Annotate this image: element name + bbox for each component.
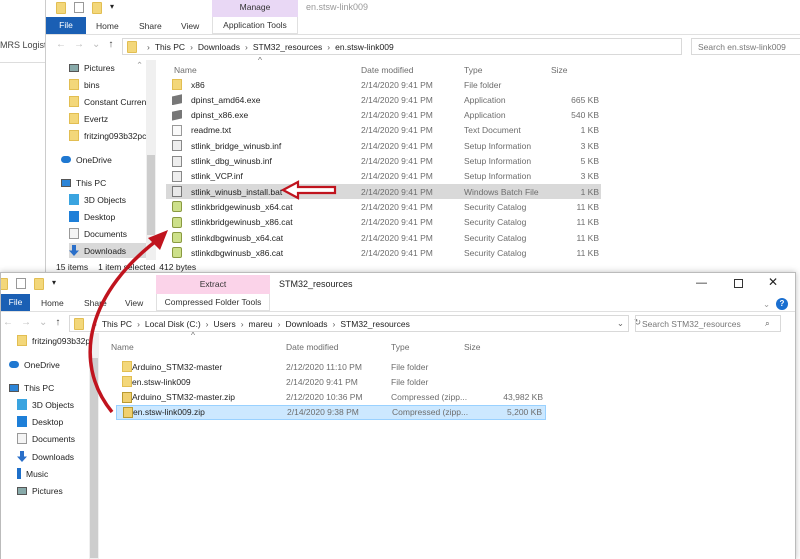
horizontal-red-arrow	[280, 180, 337, 200]
annotation-arrows	[88, 180, 337, 414]
curved-red-arrow	[88, 236, 162, 414]
